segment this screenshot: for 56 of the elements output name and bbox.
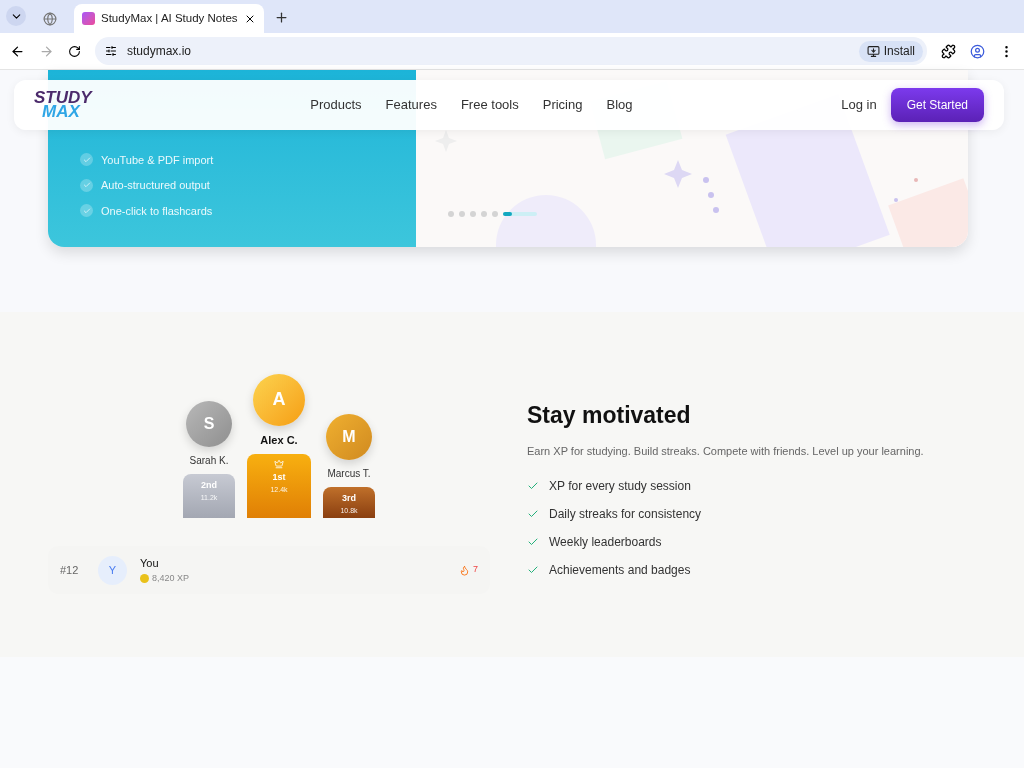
check-icon <box>80 178 93 192</box>
benefit-text: Weekly leaderboards <box>549 534 662 551</box>
check-icon <box>80 204 93 218</box>
avatar: S <box>186 401 232 447</box>
rank-text: #12 <box>60 562 80 578</box>
nav-link[interactable]: Free tools <box>460 95 519 115</box>
nav-link[interactable]: Blog <box>606 95 633 115</box>
avatar: Y <box>98 555 127 585</box>
url-text: studymax.io <box>127 43 193 60</box>
check-icon <box>527 480 539 492</box>
feature-text: One-click to flashcards <box>101 203 213 219</box>
site-favicon-icon <box>82 12 95 25</box>
new-tab-icon[interactable] <box>274 10 289 25</box>
login-link[interactable]: Log in <box>841 95 877 115</box>
avatar: A <box>253 373 305 426</box>
avatar: M <box>326 414 372 460</box>
coin-icon <box>140 573 149 583</box>
check-icon <box>527 564 539 576</box>
feature-text: Auto-structured output <box>101 178 210 193</box>
leader-name: Alex C. <box>260 432 298 448</box>
check-icon <box>527 536 539 548</box>
crown-icon <box>274 459 284 469</box>
xp-text: 8,420 XP <box>152 571 190 585</box>
address-bar[interactable]: studymax.io Install <box>95 37 927 65</box>
leader-name: Marcus T. <box>327 467 371 481</box>
flame-icon <box>459 564 470 576</box>
user-name: You <box>140 556 160 571</box>
check-icon <box>80 153 93 167</box>
place-label: 2nd <box>201 479 217 492</box>
place-label: 1st <box>272 471 286 484</box>
nav-link[interactable]: Pricing <box>542 95 583 115</box>
benefit-text: Daily streaks for consistency <box>549 506 702 523</box>
section-subtitle: Earn XP for studying. Build streaks. Compete with friends. Level up your learning. <box>527 443 924 459</box>
nav-link[interactable]: Products <box>310 95 362 115</box>
site-settings-icon[interactable] <box>105 45 117 57</box>
leader-name: Sarah K. <box>189 454 229 468</box>
check-icon <box>527 508 539 520</box>
reload-icon[interactable] <box>68 44 81 58</box>
get-started-button[interactable]: Get Started <box>890 88 984 122</box>
tab-list-button[interactable] <box>6 6 26 26</box>
tab-title: StudyMax | AI Study Notes <box>101 10 238 26</box>
browser-tab[interactable]: StudyMax | AI Study Notes <box>74 4 264 33</box>
profile-icon[interactable] <box>970 43 985 59</box>
benefit-text: Achievements and badges <box>549 562 691 579</box>
extensions-icon[interactable] <box>941 43 956 59</box>
benefit-text: XP for every study session <box>549 478 691 495</box>
nav-link[interactable]: Features <box>385 95 437 115</box>
feature-text: YouTube & PDF import <box>101 152 214 168</box>
back-icon[interactable] <box>10 43 25 59</box>
globe-icon <box>43 11 57 26</box>
place-label: 3rd <box>342 492 356 505</box>
monitor-download-icon <box>866 44 880 58</box>
studymax-logo[interactable]: STUDY MAX <box>34 91 92 119</box>
streak-count: 7 <box>473 563 478 577</box>
install-button[interactable]: Install <box>858 40 923 62</box>
section-title: Stay motivated <box>527 401 692 430</box>
